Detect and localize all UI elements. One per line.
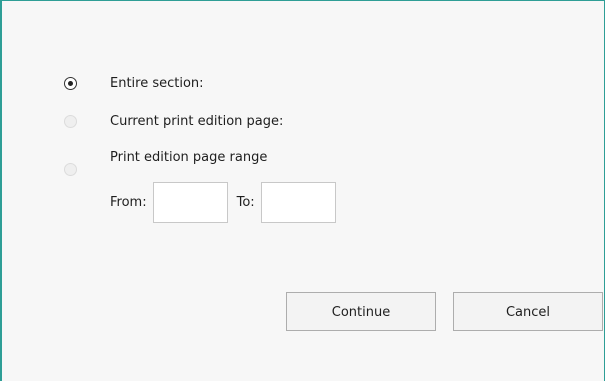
page-range-fields: From: To: bbox=[110, 181, 336, 223]
from-label: From: bbox=[110, 194, 147, 210]
page-range-radio[interactable] bbox=[64, 162, 77, 176]
cancel-button[interactable]: Cancel bbox=[453, 292, 603, 331]
to-input[interactable] bbox=[260, 181, 336, 223]
radio-selected-dot bbox=[68, 80, 73, 86]
entire-section-radio[interactable] bbox=[64, 76, 77, 90]
option-page-range[interactable]: Print edition page range bbox=[64, 150, 267, 176]
from-input[interactable] bbox=[152, 181, 228, 223]
option-current-page[interactable]: Current print edition page: bbox=[64, 111, 283, 131]
page-range-label: Print edition page range bbox=[110, 150, 268, 165]
current-page-label: Current print edition page: bbox=[110, 113, 284, 129]
option-entire-section[interactable]: Entire section: bbox=[64, 73, 204, 93]
continue-button[interactable]: Continue bbox=[286, 292, 436, 331]
current-page-radio[interactable] bbox=[64, 114, 77, 128]
print-options-dialog: Entire section: Current print edition pa… bbox=[0, 0, 605, 381]
to-label: To: bbox=[236, 194, 255, 210]
entire-section-label: Entire section: bbox=[110, 75, 204, 91]
